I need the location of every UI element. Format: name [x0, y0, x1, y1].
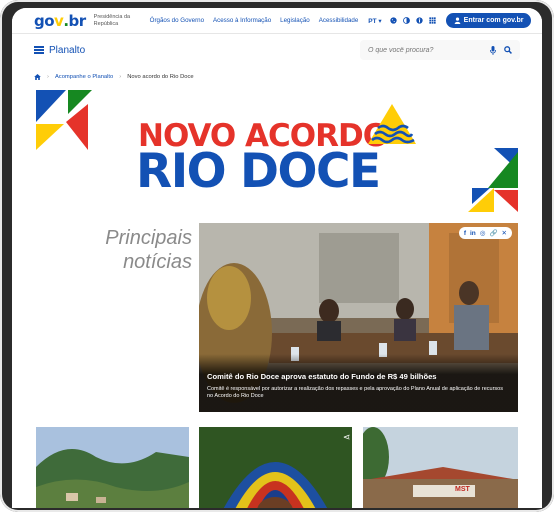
- logo-part-v: v: [54, 11, 64, 30]
- facebook-icon[interactable]: f: [464, 230, 466, 237]
- share-icon[interactable]: ⋖: [343, 433, 351, 443]
- breadcrumb-separator: ›: [47, 74, 49, 80]
- main-menu-toggle[interactable]: Planalto: [34, 45, 85, 56]
- section-title: Principais notícias: [72, 226, 192, 274]
- news-card-protest[interactable]: MST: [363, 427, 518, 508]
- link-legislacao[interactable]: Legislação: [280, 17, 310, 24]
- news-title[interactable]: Comitê do Rio Doce aprova estatuto do Fu…: [207, 372, 510, 381]
- protest-banner-text: MST: [455, 486, 470, 493]
- breadcrumb-acompanhe[interactable]: Acompanhe o Planalto: [55, 74, 113, 80]
- close-icon[interactable]: ✕: [502, 229, 507, 237]
- news-caption: Comitê do Rio Doce aprova estatuto do Fu…: [199, 354, 518, 412]
- indigenous-photo: ⋖: [199, 427, 352, 508]
- search-box: [360, 40, 520, 60]
- language-selector[interactable]: PT ▾: [368, 17, 381, 25]
- news-summary: Comitê é responsável por autorizar a rea…: [207, 386, 503, 399]
- hero-banner: NOVO ACORDO RIO DOCE: [12, 88, 542, 218]
- search-input[interactable]: [368, 46, 482, 54]
- link-acesso-informacao[interactable]: Acesso à Informação: [213, 17, 271, 24]
- gov-subtitle: Presidência da República: [93, 14, 131, 27]
- news-card-indigenous[interactable]: ⋖: [199, 427, 352, 508]
- site-name: Planalto: [49, 44, 86, 56]
- accessibility-icon[interactable]: [416, 17, 423, 24]
- hamburger-icon: [34, 46, 44, 54]
- section-title-line1: Principais: [105, 227, 192, 249]
- device-frame: go v. br Presidência da República Órgãos d…: [0, 0, 554, 512]
- logo-part-go: go: [34, 11, 55, 30]
- breadcrumb: › Acompanhe o Planalto › Novo acordo do …: [34, 74, 194, 80]
- landscape-photo: [36, 427, 189, 508]
- search-icon[interactable]: [504, 46, 512, 54]
- link-orgaos[interactable]: Órgãos do Governo: [150, 17, 204, 24]
- contrast-icon[interactable]: [402, 17, 410, 24]
- cookie-icon[interactable]: [390, 17, 397, 24]
- microphone-icon[interactable]: [490, 45, 496, 55]
- breadcrumb-current: Novo acordo do Rio Doce: [127, 74, 194, 80]
- main-news-card[interactable]: f in ◎ 🔗 ✕ Comitê do Rio Doce aprova est…: [199, 223, 518, 412]
- user-icon: [454, 17, 460, 24]
- hero-wave-logo: [368, 104, 416, 144]
- login-label: Entrar com gov.br: [463, 17, 524, 24]
- section-title-line2: notícias: [123, 251, 192, 273]
- gov-links: Órgãos do Governo Acesso à Informação Le…: [150, 17, 359, 24]
- news-card-landscape[interactable]: [36, 427, 189, 508]
- home-icon[interactable]: [34, 74, 41, 80]
- hero-triangles-left: [36, 90, 92, 150]
- gov-top-bar: go v. br Presidência da República Órgãos d…: [12, 8, 542, 34]
- site-header: Planalto: [12, 34, 542, 66]
- linkedin-icon[interactable]: in: [470, 230, 476, 237]
- whatsapp-icon[interactable]: ◎: [480, 229, 486, 237]
- logo-part-br: br: [68, 11, 87, 30]
- breadcrumb-separator: ›: [119, 74, 122, 80]
- link-icon[interactable]: 🔗: [489, 229, 497, 237]
- link-acessibilidade[interactable]: Acessibilidade: [319, 17, 359, 24]
- protest-photo: [363, 427, 518, 508]
- share-toolbar: f in ◎ 🔗 ✕: [458, 227, 512, 239]
- apps-grid-icon[interactable]: [429, 17, 436, 24]
- gov-tool-icons: [390, 17, 436, 24]
- govbr-logo[interactable]: go v. br: [34, 12, 86, 30]
- hero-triangles-right: [468, 148, 518, 212]
- browser-screen: go v. br Presidência da República Órgãos d…: [12, 8, 542, 508]
- hero-title-line2: RIO DOCE: [136, 144, 381, 199]
- login-govbr-button[interactable]: Entrar com gov.br: [445, 13, 532, 28]
